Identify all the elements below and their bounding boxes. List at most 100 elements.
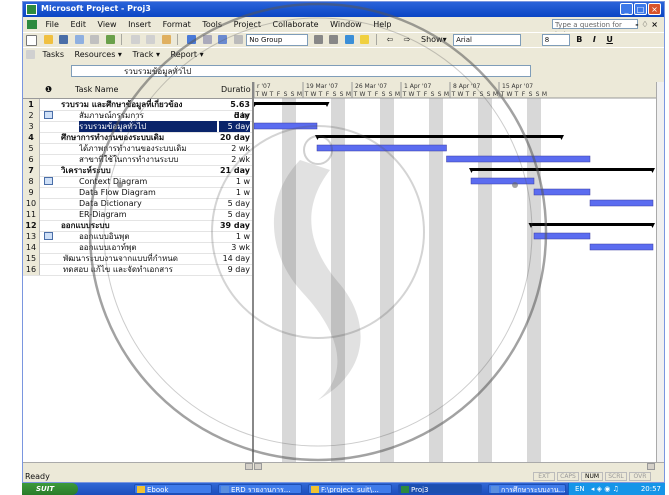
duration-cell[interactable]: 20 day: [219, 132, 250, 143]
row-id[interactable]: 3: [23, 121, 40, 132]
task-name-cell[interactable]: วิเคราะห์ระบบ: [61, 165, 217, 176]
note-icon[interactable]: [44, 111, 53, 119]
task-name-cell[interactable]: ได้ภาพการทำงานของระบบเดิม: [79, 143, 217, 154]
task-name-cell[interactable]: สาขาที่ใช้ในการทำงานระบบ: [79, 154, 217, 165]
row-id[interactable]: 16: [23, 264, 40, 275]
summary-bar[interactable]: [530, 223, 654, 226]
row-id[interactable]: 5: [23, 143, 40, 154]
row-id[interactable]: 6: [23, 154, 40, 165]
task-name-cell[interactable]: ทดสอบ แก้ไข และจัดทำเอกสาร: [63, 264, 217, 275]
duration-cell[interactable]: 39 day: [219, 220, 250, 231]
menu-format[interactable]: Format: [163, 18, 191, 31]
table-row[interactable]: 16 ทดสอบ แก้ไข และจัดทำเอกสาร 9 day: [23, 264, 252, 276]
close-document-icon[interactable]: - ♢ ×: [635, 18, 658, 31]
minimize-icon[interactable]: _: [620, 3, 633, 15]
task-bar[interactable]: [589, 243, 654, 251]
vertical-scrollbar[interactable]: [656, 82, 664, 462]
task-bar[interactable]: [533, 188, 591, 196]
duration-cell[interactable]: 1 w: [219, 231, 250, 242]
row-id[interactable]: 1: [23, 99, 40, 110]
bold-button[interactable]: B: [576, 33, 582, 47]
task-name-cell[interactable]: ER-Diagram: [79, 209, 217, 220]
duration-cell[interactable]: 9 day: [219, 264, 250, 275]
taskbar-item-word[interactable]: การศึกษาระบบงาน...: [488, 484, 566, 494]
zoom-out-icon[interactable]: [329, 35, 339, 44]
underline-button[interactable]: U: [606, 33, 613, 47]
duration-header[interactable]: Duratio: [221, 85, 251, 94]
link-tasks-icon[interactable]: [187, 35, 197, 44]
task-name-header[interactable]: Task Name: [75, 85, 118, 94]
group-select[interactable]: No Group: [246, 34, 309, 46]
row-id[interactable]: 11: [23, 209, 40, 220]
taskbar-item-proj3[interactable]: Proj3: [398, 484, 482, 494]
print-preview-icon[interactable]: [90, 35, 100, 44]
row-id[interactable]: 12: [23, 220, 40, 231]
help-icon[interactable]: [360, 35, 370, 44]
paste-icon[interactable]: [161, 35, 171, 44]
entry-field[interactable]: รวบรวมข้อมูลทั่วไป: [71, 65, 531, 77]
menu-file[interactable]: File: [46, 18, 59, 31]
taskbar-item-erd[interactable]: ERD รายงานการ...: [218, 484, 302, 494]
zoom-in-icon[interactable]: [313, 35, 323, 44]
duration-cell[interactable]: 3 wk: [219, 242, 250, 253]
close-icon[interactable]: ×: [648, 3, 661, 15]
italic-button[interactable]: I: [593, 33, 596, 47]
print-icon[interactable]: [74, 35, 84, 44]
row-id[interactable]: 13: [23, 231, 40, 242]
table-scroll-right-icon[interactable]: [254, 463, 262, 470]
row-id[interactable]: 4: [23, 132, 40, 143]
indent-icon[interactable]: ⇨: [404, 33, 411, 47]
duration-cell[interactable]: 14 day: [219, 253, 250, 264]
task-bar[interactable]: [254, 122, 318, 130]
new-icon[interactable]: [26, 35, 37, 46]
row-id[interactable]: 7: [23, 165, 40, 176]
duration-cell[interactable]: 1 w: [219, 176, 250, 187]
guide-tasks-button[interactable]: Tasks: [43, 48, 64, 62]
row-id[interactable]: 2: [23, 110, 40, 121]
menu-view[interactable]: View: [98, 18, 117, 31]
task-bar[interactable]: [316, 144, 447, 152]
menu-tools[interactable]: Tools: [202, 18, 222, 31]
duration-cell[interactable]: 21 day: [219, 165, 250, 176]
task-bar[interactable]: [533, 232, 591, 240]
menu-help[interactable]: Help: [373, 18, 391, 31]
language-indicator[interactable]: EN: [575, 485, 585, 493]
summary-bar[interactable]: [254, 102, 328, 105]
taskbar-item-folder[interactable]: F:\project_suit\...: [308, 484, 392, 494]
save-icon[interactable]: [59, 35, 69, 44]
task-name-cell[interactable]: พัฒนาระบบงานจากแบบที่กำหนด: [63, 253, 217, 264]
row-id[interactable]: 15: [23, 253, 40, 264]
task-name-cell[interactable]: สัมภาษณ์กรรมการ: [79, 110, 217, 121]
summary-bar[interactable]: [317, 135, 562, 138]
task-bar[interactable]: [446, 155, 591, 163]
row-id[interactable]: 8: [23, 176, 40, 187]
copy-icon[interactable]: [146, 35, 156, 44]
menu-window[interactable]: Window: [330, 18, 362, 31]
duration-cell[interactable]: 5 day: [219, 121, 250, 132]
open-icon[interactable]: [43, 35, 53, 44]
task-name-cell[interactable]: Data Dictionary: [79, 198, 217, 209]
task-name-cell[interactable]: ออกแบบอินพุต: [79, 231, 217, 242]
horizontal-scrollbar[interactable]: [23, 462, 664, 471]
font-select[interactable]: Arial: [453, 34, 522, 46]
maximize-icon[interactable]: □: [634, 3, 647, 15]
note-icon[interactable]: [44, 232, 53, 240]
row-id[interactable]: 14: [23, 242, 40, 253]
task-name-cell[interactable]: ออกแบบระบบ: [61, 220, 217, 231]
task-bar[interactable]: [589, 199, 654, 207]
row-id[interactable]: 10: [23, 198, 40, 209]
font-size-select[interactable]: 8: [541, 34, 570, 46]
task-name-cell[interactable]: ศึกษาการทำงานของระบบเดิม: [61, 132, 217, 143]
duration-cell[interactable]: 5 hr: [219, 110, 250, 121]
duration-cell[interactable]: 5 day: [219, 209, 250, 220]
row-id[interactable]: 9: [23, 187, 40, 198]
guide-toggle-icon[interactable]: [26, 50, 35, 59]
task-bar[interactable]: [470, 177, 535, 185]
menu-edit[interactable]: Edit: [70, 18, 86, 31]
menu-insert[interactable]: Insert: [128, 18, 151, 31]
menu-project[interactable]: Project: [234, 18, 261, 31]
cut-icon[interactable]: [130, 35, 140, 44]
task-name-cell[interactable]: Context Diagram: [79, 176, 217, 187]
goto-task-icon[interactable]: [344, 35, 354, 44]
task-info-icon[interactable]: [218, 35, 228, 44]
